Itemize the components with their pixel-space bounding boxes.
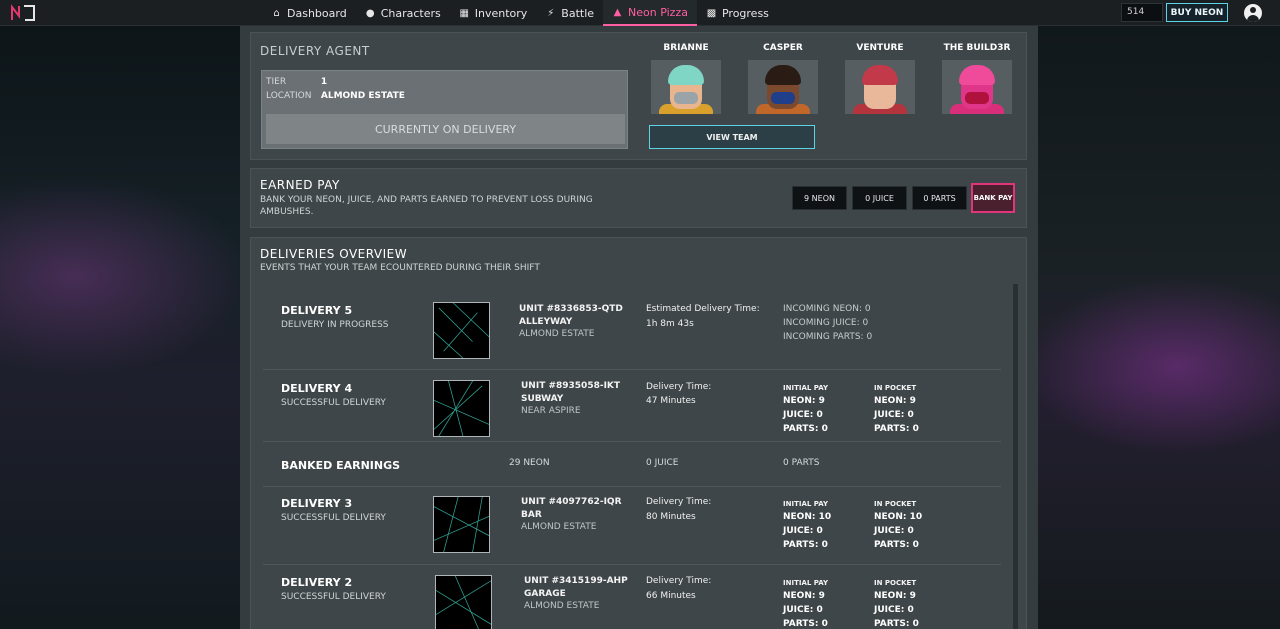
- casper-portrait: [748, 60, 818, 114]
- map-thumbnail: [433, 496, 490, 553]
- view-team-button[interactable]: VIEW TEAM: [649, 125, 815, 149]
- agent-info-box: TIER 1 LOCATION ALMOND ESTATE CURRENTLY …: [261, 70, 628, 149]
- overview-description: EVENTS THAT YOUR TEAM ECOUNTERED DURING …: [260, 263, 540, 273]
- in-pocket: NEON: 9 JUICE: 0 PARTS: 0: [874, 396, 919, 434]
- in-pocket: NEON: 10 JUICE: 0 PARTS: 0: [874, 512, 923, 550]
- tier-row: TIER 1: [266, 77, 328, 87]
- scroll-thumb[interactable]: [1013, 284, 1018, 629]
- delivery-row-4[interactable]: DELIVERY 4 SUCCESSFUL DELIVERY UNIT #893…: [263, 370, 1001, 442]
- buy-neon-button[interactable]: BUY NEON: [1166, 3, 1228, 22]
- delivery-status-button[interactable]: CURRENTLY ON DELIVERY: [266, 114, 625, 144]
- nav-battle[interactable]: ⚡ Battle: [536, 0, 603, 26]
- initial-pay: NEON: 10 JUICE: 0 PARTS: 0: [783, 512, 832, 550]
- team-list: BRIANNE CASPER VENTURE THE BUILD3R: [651, 43, 1012, 114]
- initial-pay: NEON: 9 JUICE: 0 PARTS: 0: [783, 396, 828, 434]
- team-member-casper[interactable]: CASPER: [748, 43, 818, 114]
- earned-pay-title: EARNED PAY: [260, 178, 340, 192]
- nav-progress[interactable]: ▩ Progress: [697, 0, 778, 26]
- bolt-icon: ⚡: [547, 7, 555, 19]
- bar-chart-icon: ▩: [706, 7, 717, 19]
- the-build3r-portrait: [942, 60, 1012, 114]
- delivery-row-2[interactable]: DELIVERY 2 SUCCESSFUL DELIVERY UNIT #341…: [263, 565, 1001, 629]
- nav-neon-pizza[interactable]: ▲ Neon Pizza: [603, 0, 697, 26]
- earned-parts-chip: 0 PARTS: [912, 186, 967, 210]
- delivery-unit: UNIT #4097762-IQR BAR: [521, 497, 622, 520]
- map-thumbnail: [433, 302, 490, 359]
- delivery-unit: UNIT #8336853-QTD ALLEYWAY: [519, 304, 623, 327]
- brianne-portrait: [651, 60, 721, 114]
- delivery-unit: UNIT #8935058-IKT SUBWAY: [521, 381, 621, 404]
- grid-icon: ▦: [459, 7, 469, 19]
- initial-pay: NEON: 9 JUICE: 0 PARTS: 0: [783, 591, 828, 629]
- delivery-row-current[interactable]: DELIVERY 5 DELIVERY IN PROGRESS UNIT #83…: [263, 290, 1001, 370]
- agent-title: DELIVERY AGENT: [260, 44, 370, 58]
- background-right: [1025, 26, 1280, 629]
- bank-pay-button[interactable]: BANK PAY: [971, 183, 1015, 213]
- team-member-brianne[interactable]: BRIANNE: [651, 43, 721, 114]
- account-icon[interactable]: [1244, 4, 1262, 22]
- map-thumbnail: [435, 575, 492, 629]
- earned-juice-chip: 0 JUICE: [852, 186, 907, 210]
- flame-icon: ▲: [613, 6, 622, 18]
- deliveries-overview-panel: DELIVERIES OVERVIEW EVENTS THAT YOUR TEA…: [250, 237, 1027, 629]
- nav-dashboard[interactable]: ⌂ Dashboard: [262, 0, 356, 26]
- app-logo-icon[interactable]: [10, 4, 38, 22]
- neon-balance: 514: [1121, 3, 1163, 22]
- earned-pay-panel: EARNED PAY BANK YOUR NEON, JUICE, AND PA…: [250, 168, 1027, 228]
- location-row: LOCATION ALMOND ESTATE: [266, 91, 405, 101]
- venture-portrait: [845, 60, 915, 114]
- delivery-row-3[interactable]: DELIVERY 3 SUCCESSFUL DELIVERY UNIT #409…: [263, 487, 1001, 565]
- nav-characters[interactable]: ● Characters: [356, 0, 450, 26]
- team-member-venture[interactable]: VENTURE: [845, 43, 915, 114]
- home-icon: ⌂: [273, 7, 280, 19]
- overview-title: DELIVERIES OVERVIEW: [260, 247, 408, 261]
- incoming-rewards: INCOMING NEON: 0 INCOMING JUICE: 0 INCOM…: [783, 304, 873, 342]
- background-left: [0, 26, 250, 629]
- main-nav: ⌂ Dashboard ● Characters ▦ Inventory ⚡ B…: [262, 0, 778, 26]
- map-thumbnail: [433, 380, 490, 437]
- earned-pay-description: BANK YOUR NEON, JUICE, AND PARTS EARNED …: [260, 195, 593, 217]
- delivery-unit: UNIT #3415199-AHP GARAGE: [524, 576, 628, 599]
- user-icon: ●: [365, 7, 375, 19]
- earned-neon-chip: 9 NEON: [792, 186, 847, 210]
- overview-scrollbar[interactable]: [1013, 284, 1018, 629]
- top-navigation: ⌂ Dashboard ● Characters ▦ Inventory ⚡ B…: [0, 0, 1280, 26]
- in-pocket: NEON: 9 JUICE: 0 PARTS: 0: [874, 591, 919, 629]
- delivery-agent-panel: DELIVERY AGENT TIER 1 LOCATION ALMOND ES…: [250, 32, 1027, 160]
- team-member-the-build3r[interactable]: THE BUILD3R: [942, 43, 1012, 114]
- nav-inventory[interactable]: ▦ Inventory: [450, 0, 537, 26]
- banked-earnings-row: BANKED EARNINGS 29 NEON 0 JUICE 0 PARTS: [263, 442, 1001, 487]
